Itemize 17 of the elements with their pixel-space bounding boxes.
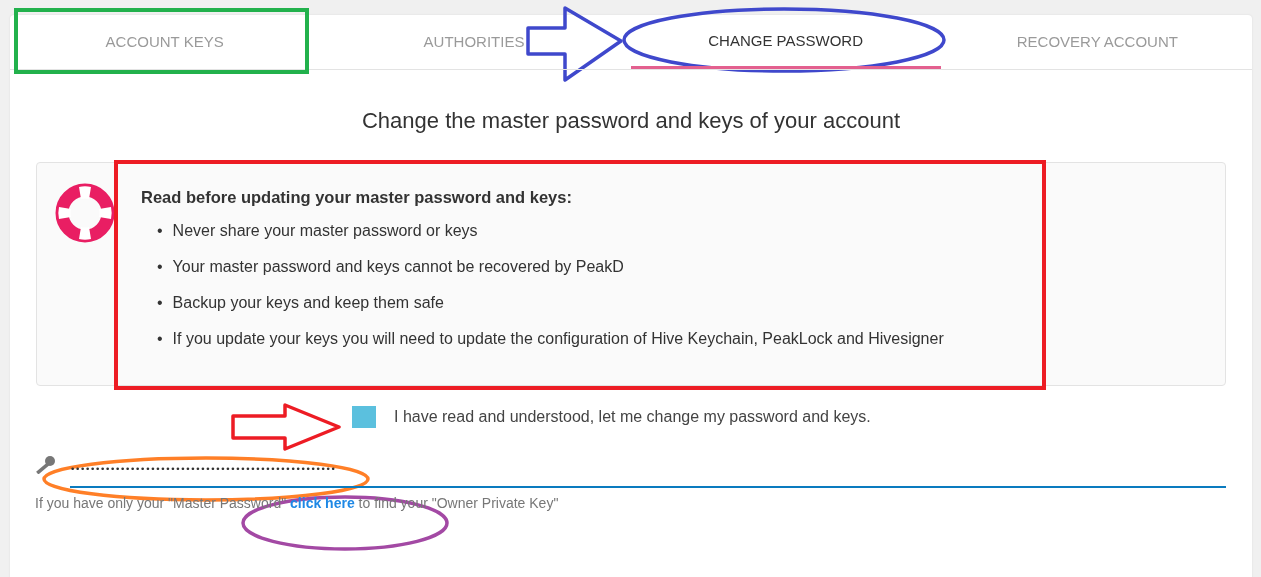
bullet: • (157, 329, 163, 348)
agree-label: I have read and understood, let me change my password and keys. (394, 408, 871, 426)
password-field[interactable]: ••••••••••••••••••••••••••••••••••••••••••••••••••••• (70, 458, 1226, 488)
tab[interactable]: CHANGE PASSWORD (630, 15, 941, 69)
notice-heading: Read before updating your master password and keys: (141, 188, 573, 207)
tab[interactable]: AUTHORITIES (319, 15, 629, 70)
page-title: Change the master password and keys of your account (360, 108, 902, 134)
click-here-link[interactable]: click here (290, 495, 355, 511)
bullet: • (157, 221, 163, 240)
tab[interactable]: ACCOUNT KEYS (10, 15, 320, 70)
bullet: • (157, 293, 163, 312)
notice-item: Never share your master password or keys (172, 221, 478, 240)
notice-item: Backup your keys and keep them safe (172, 293, 444, 312)
notice-item: If you update your keys you will need to update the configuration of Hive Keychain, PeakLock and Hivesigner (172, 329, 944, 348)
notice-item: Your master password and keys cannot be recovered by PeakD (172, 257, 624, 276)
bullet: • (157, 257, 163, 276)
tab[interactable]: RECOVERY ACCOUNT (942, 15, 1252, 70)
